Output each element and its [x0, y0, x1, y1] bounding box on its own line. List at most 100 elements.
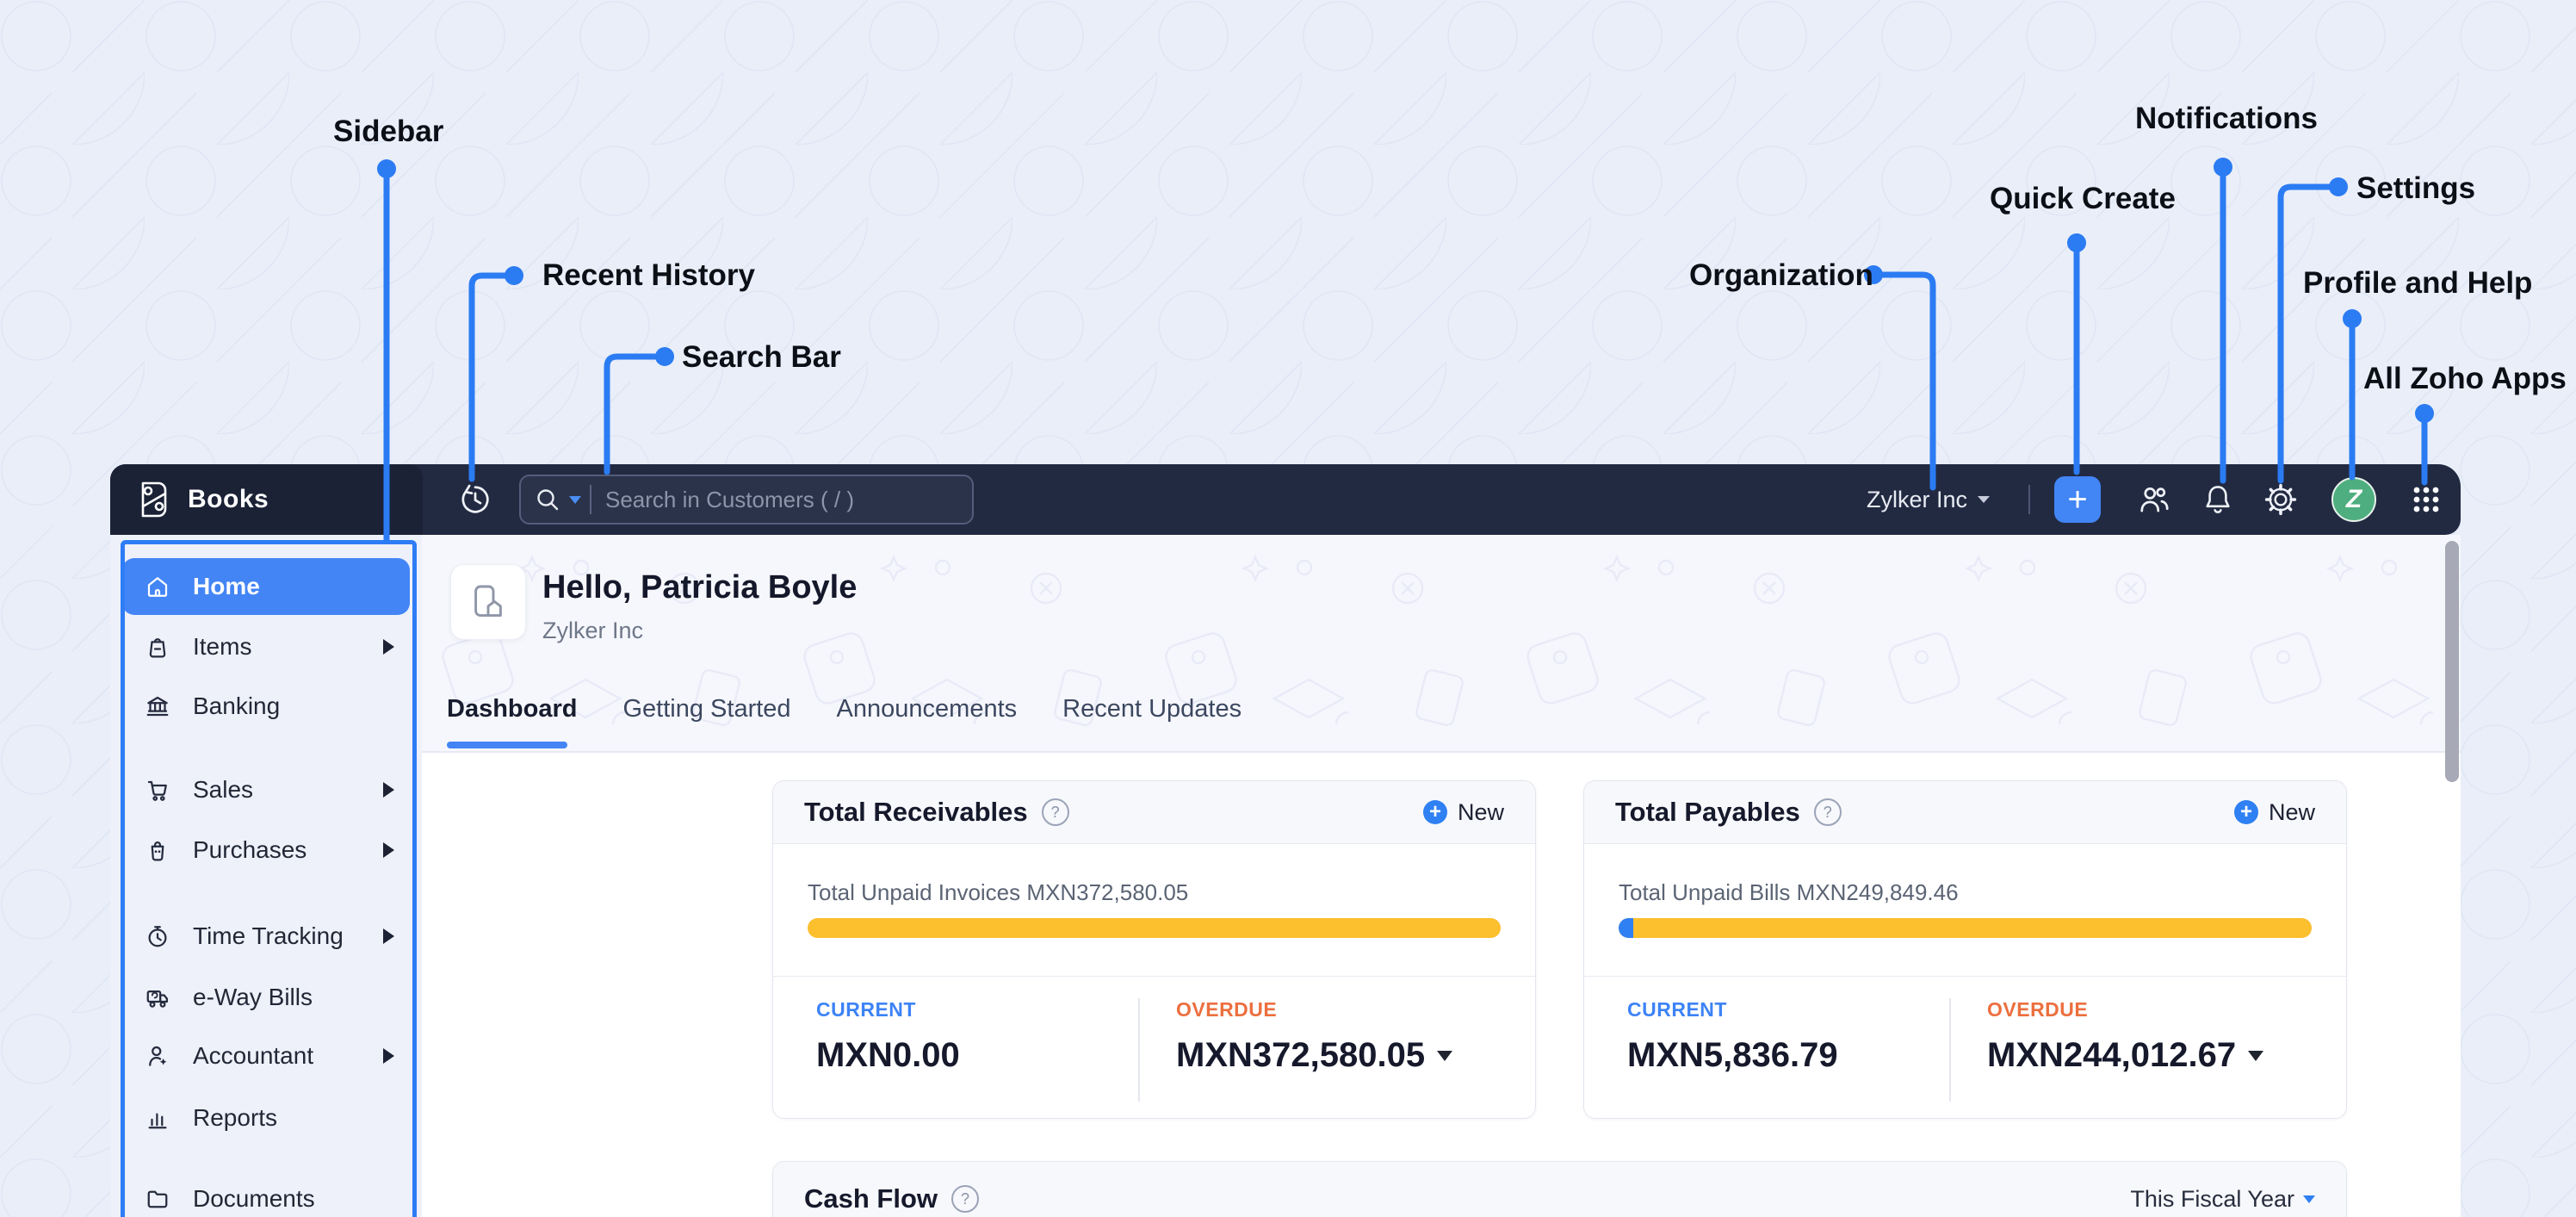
chevron-down-icon	[1437, 1050, 1453, 1061]
chevron-down-icon	[2248, 1050, 2264, 1061]
annotation-search-bar: Search Bar	[682, 340, 841, 374]
sidebar-item-label: Time Tracking	[193, 922, 344, 949]
tab-recent-updates[interactable]: Recent Updates	[1062, 695, 1242, 742]
sidebar-item-eway-bills[interactable]: e-Way Bills	[122, 969, 410, 1026]
receivables-progress-bar	[808, 918, 1501, 938]
overdue-label: OVERDUE	[1176, 998, 1278, 1021]
annotation-organization: Organization	[1689, 258, 1873, 292]
annotation-notifications: Notifications	[2135, 102, 2318, 135]
organization-name: Zylker Inc	[1867, 486, 1968, 512]
sidebar-item-label: Banking	[193, 692, 281, 719]
card-header: Cash Flow ? This Fiscal Year	[773, 1162, 2346, 1217]
topbar-divider	[2028, 485, 2030, 514]
greeting-org-name: Zylker Inc	[542, 618, 644, 643]
cash-flow-card: Cash Flow ? This Fiscal Year	[772, 1161, 2347, 1217]
overdue-label: OVERDUE	[1987, 998, 2089, 1021]
search-icon	[535, 487, 560, 512]
current-label: CURRENT	[816, 998, 916, 1021]
current-label: CURRENT	[1627, 998, 1727, 1021]
overdue-amount: MXN244,012.67	[1987, 1036, 2237, 1074]
overdue-dropdown[interactable]: MXN244,012.67	[1987, 1036, 2264, 1075]
stat-divider	[1138, 998, 1140, 1102]
tab-getting-started[interactable]: Getting Started	[622, 695, 790, 742]
sidebar-item-label: Accountant	[193, 1042, 314, 1069]
help-icon[interactable]: ?	[951, 1185, 980, 1213]
search-input[interactable]	[604, 485, 958, 514]
search-scope-chevron-icon[interactable]	[569, 495, 581, 504]
profile-avatar[interactable]: Z	[2330, 464, 2378, 535]
annotation-sidebar: Sidebar	[333, 115, 444, 148]
filter-label: This Fiscal Year	[2130, 1185, 2294, 1212]
sidebar-item-sales[interactable]: Sales	[122, 761, 410, 818]
quick-create-button[interactable]: +	[2054, 476, 2101, 523]
search-bar[interactable]	[519, 475, 974, 525]
tab-dashboard[interactable]: Dashboard	[447, 695, 577, 742]
avatar-letter: Z	[2345, 485, 2362, 513]
chevron-down-icon	[1978, 496, 1991, 503]
sidebar-item-banking[interactable]: Banking	[122, 678, 410, 735]
plus-icon: +	[2233, 800, 2258, 824]
sidebar-item-label: Home	[193, 573, 260, 599]
sidebar-item-items[interactable]: Items	[122, 618, 410, 675]
current-amount: MXN0.00	[816, 1036, 960, 1074]
new-payable-button[interactable]: + New	[2233, 799, 2315, 826]
help-icon[interactable]: ?	[1813, 798, 1842, 826]
vertical-scrollbar[interactable]	[2445, 541, 2459, 782]
sidebar-item-time-tracking[interactable]: Time Tracking	[122, 908, 410, 965]
all-apps-grid-icon[interactable]	[2399, 464, 2454, 535]
sidebar-item-reports[interactable]: Reports	[122, 1090, 410, 1146]
truck-icon	[146, 990, 168, 1008]
annotation-profile-and-help: Profile and Help	[2303, 266, 2533, 300]
sidebar-item-accountant[interactable]: Accountant	[122, 1028, 410, 1084]
expand-arrow-icon	[383, 782, 394, 798]
card-title: Cash Flow	[804, 1183, 938, 1214]
cart-icon	[147, 780, 167, 801]
sidebar-item-documents[interactable]: Documents	[122, 1170, 410, 1217]
person-star-icon	[149, 1046, 167, 1066]
app-title: Books	[188, 485, 269, 513]
settings-gear-icon[interactable]	[2253, 464, 2308, 535]
help-icon[interactable]: ?	[1041, 798, 1069, 826]
total-payables-card: Total Payables ? + New Total Unpaid Bill…	[1583, 780, 2347, 1119]
welcome-banner: Hello, Patricia Boyle Zylker Inc Dashboa…	[422, 535, 2461, 753]
new-receivable-button[interactable]: + New	[1422, 799, 1504, 826]
card-divider	[1584, 976, 2346, 977]
stat-divider	[1949, 998, 1951, 1102]
greeting-text: Hello, Patricia Boyle	[542, 569, 858, 605]
expand-arrow-icon	[383, 928, 394, 944]
search-separator	[590, 485, 591, 514]
notifications-bell-icon[interactable]	[2190, 464, 2245, 535]
home-icon	[147, 577, 168, 597]
current-amount: MXN5,836.79	[1627, 1036, 1838, 1074]
card-title: Total Payables	[1615, 797, 1800, 827]
sidebar-item-home[interactable]: Home	[122, 558, 410, 615]
active-tab-underline	[447, 742, 567, 748]
card-title: Total Receivables	[804, 797, 1028, 827]
sidebar-item-label: Items	[193, 633, 252, 660]
annotation-quick-create: Quick Create	[1990, 182, 2176, 215]
screenshot-canvas: Books Search in Customers (/) Zylker I…	[0, 0, 2576, 1217]
organization-selector[interactable]: Zylker Inc	[1867, 464, 1991, 535]
annotation-settings: Settings	[2356, 171, 2476, 205]
sidebar-item-label: Sales	[193, 776, 254, 803]
payables-progress-blue-segment	[1619, 918, 1633, 938]
expand-arrow-icon	[383, 1048, 394, 1064]
top-navigation-bar: Books Search in Customers (/) Zylker I…	[110, 464, 2461, 535]
sidebar-item-label: Purchases	[193, 836, 307, 863]
overdue-dropdown[interactable]: MXN372,580.05	[1176, 1036, 1453, 1075]
brand-block: Books	[110, 464, 423, 535]
purchase-bag-icon	[151, 841, 164, 861]
main-content: Hello, Patricia Boyle Zylker Inc Dashboa…	[422, 535, 2461, 1217]
annotation-recent-history: Recent History	[542, 258, 756, 292]
recent-history-icon[interactable]	[448, 464, 503, 535]
sidebar-item-purchases[interactable]: Purchases	[122, 822, 410, 879]
expand-arrow-icon	[383, 842, 394, 858]
dashboard-tabs: Dashboard Getting Started Announcements …	[447, 695, 1242, 742]
users-icon[interactable]	[2127, 464, 2182, 535]
stopwatch-icon	[148, 926, 167, 947]
tab-announcements[interactable]: Announcements	[837, 695, 1018, 742]
plus-icon: +	[1422, 800, 1447, 824]
expand-arrow-icon	[383, 639, 394, 655]
fiscal-year-filter[interactable]: This Fiscal Year	[2130, 1186, 2315, 1213]
total-receivables-card: Total Receivables ? + New Total Unpaid I…	[772, 780, 1536, 1119]
